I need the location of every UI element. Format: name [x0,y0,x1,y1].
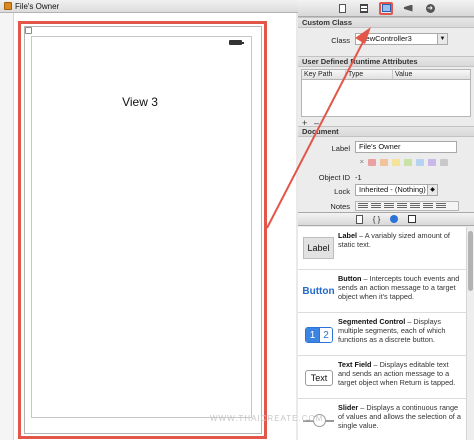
object-library-list: Label Label – A variably sized amount of… [298,227,466,440]
library-item-text: Button – Intercepts touch events and sen… [338,274,462,301]
library-scrollbar[interactable] [466,227,474,440]
library-item-title: Button [338,274,362,283]
code-snippet-tab[interactable]: { } [373,215,381,224]
lock-label: Lock [334,187,350,196]
view-title-label[interactable]: View 3 [100,95,180,109]
button-icon: Button [302,285,335,297]
runtime-attributes-table[interactable]: Key Path Type Value [301,69,471,117]
align-right-icon[interactable] [397,203,407,209]
column-type[interactable]: Type [346,70,393,79]
align-center-icon[interactable] [371,203,381,209]
identity-inspector-tab[interactable] [379,1,393,15]
document-label-label: Label [331,144,350,153]
files-owner-icon [4,2,12,10]
segment-2: 2 [318,328,332,342]
files-owner-label: File's Owner [15,1,60,11]
text-field-icon-body: Text [305,370,333,386]
canvas-gutter [0,13,14,440]
font-icon[interactable] [423,203,433,209]
align-left-icon[interactable] [358,203,368,209]
size-inspector-tab[interactable] [401,2,415,15]
segment-1: 1 [306,328,319,342]
file-template-tab[interactable] [355,214,363,224]
class-label: Class [331,36,350,45]
canvas-tab-bar: File's Owner [0,0,298,13]
label-color-blue[interactable] [416,159,424,166]
library-tab-bar: { } [298,212,474,226]
runtime-attributes-header-row: Key Path Type Value [302,70,470,80]
file-icon [338,3,346,13]
view-controller-icon[interactable] [25,27,32,34]
lock-popup[interactable]: Inherited - (Nothing) ◆ [355,184,438,196]
clear-label-color-icon[interactable]: × [356,157,364,166]
label-color-orange[interactable] [380,159,388,166]
files-owner-tab[interactable]: File's Owner [4,2,59,11]
class-value: ViewController3 [359,34,412,43]
library-item-title: Text Field [338,360,372,369]
file-inspector-tab[interactable] [335,2,349,15]
notes-format-bar[interactable] [355,201,459,211]
library-item-text: Segmented Control – Displays multiple se… [338,317,462,344]
label-color-yellow[interactable] [392,159,400,166]
identity-icon [381,4,391,12]
object-library-tab[interactable] [390,215,399,223]
segmented-icon-body: 1 2 [305,327,333,343]
custom-class-header: Custom Class [298,17,474,28]
library-item-text: Label – A variably sized amount of stati… [338,231,462,249]
media-library-tab[interactable] [408,215,417,223]
library-item-text: Text Field – Displays editable text and … [338,360,462,387]
label-color-purple[interactable] [428,159,436,166]
connections-inspector-tab[interactable]: ➜ [423,2,437,15]
connections-icon: ➜ [425,3,435,13]
library-item-segmented-control[interactable]: 1 2 Segmented Control – Displays multipl… [298,313,466,356]
battery-icon [229,40,244,45]
text-field-icon: Text [304,369,334,387]
watermark: WWW.THAICREATE.COM [210,414,324,423]
lock-value: Inherited - (Nothing) [359,185,426,194]
notes-label: Notes [330,202,350,211]
view-canvas[interactable] [31,36,252,418]
list-icon [360,3,368,13]
align-justify-icon[interactable] [384,203,394,209]
library-scroll-thumb[interactable] [468,231,473,291]
label-icon: Label [303,237,334,259]
column-value[interactable]: Value [393,70,470,79]
library-item-text: Slider – Displays a continuous range of … [338,403,462,430]
color-icon[interactable] [436,203,446,209]
runtime-attributes-header: User Defined Runtime Attributes [298,56,474,67]
object-id-label: Object ID [318,173,350,182]
inspector-pane: ➜ Custom Class Class ViewController3 ▼ U… [298,0,474,440]
document-header: Document [298,126,474,137]
label-color-red[interactable] [368,159,376,166]
column-key-path[interactable]: Key Path [302,70,346,79]
label-color-green[interactable] [404,159,412,166]
library-item-text-field[interactable]: Text Text Field – Displays editable text… [298,356,466,399]
class-combo[interactable]: ViewController3 ▼ [355,33,448,45]
segmented-control-icon: 1 2 [304,326,334,344]
library-item-title: Slider [338,403,359,412]
library-item-button[interactable]: Button Button – Intercepts touch events … [298,270,466,313]
chevron-down-icon[interactable]: ◆ [427,185,437,195]
library-item-label[interactable]: Label Label – A variably sized amount of… [298,227,466,270]
library-item-title: Label [338,231,358,240]
quick-help-tab[interactable] [357,2,371,15]
library-item-title: Segmented Control [338,317,406,326]
chevron-down-icon[interactable]: ▼ [437,34,447,44]
label-color-gray[interactable] [440,159,448,166]
inspector-toolbar: ➜ [298,0,474,17]
document-label-field[interactable]: File's Owner [355,141,457,153]
list-icon[interactable] [410,203,420,209]
object-id-value: -1 [355,173,362,182]
ruler-icon [403,4,413,12]
